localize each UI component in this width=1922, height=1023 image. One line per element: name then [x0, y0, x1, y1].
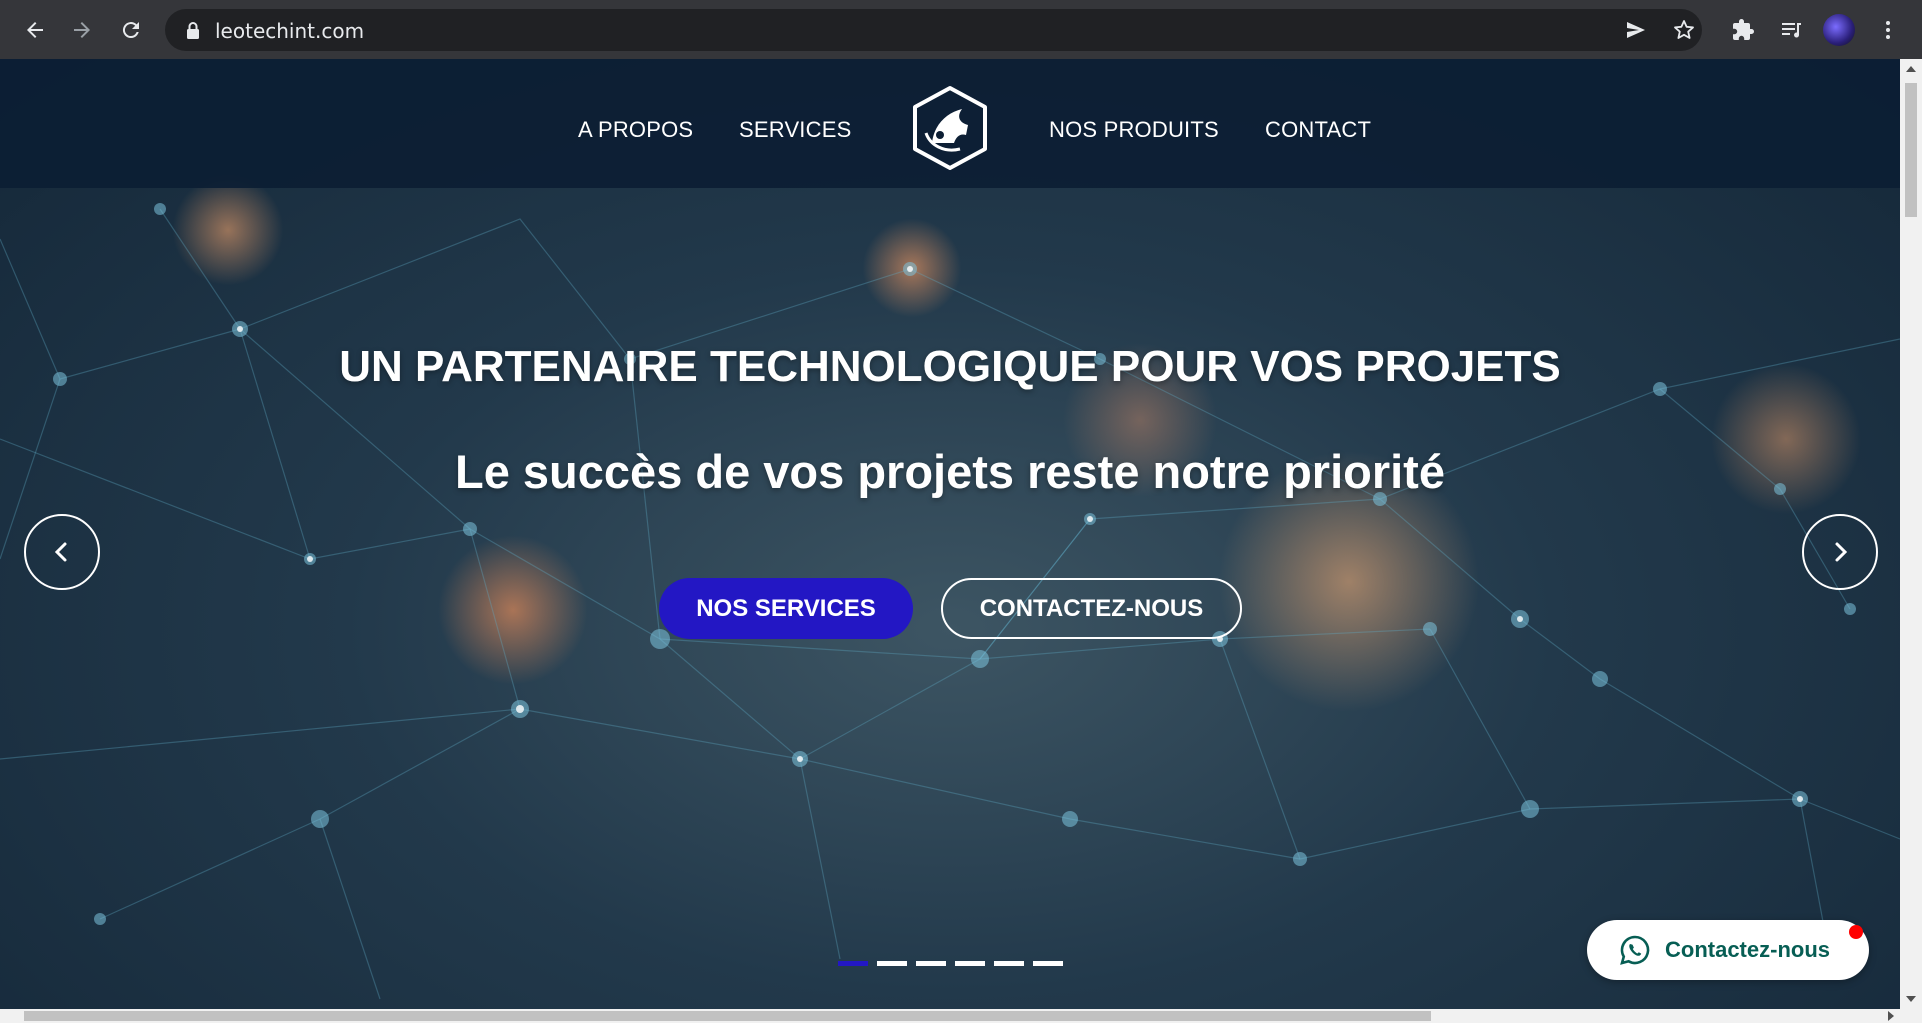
address-bar[interactable]: leotechint.com: [165, 9, 1702, 51]
horizontal-scrollbar[interactable]: [0, 1009, 1922, 1023]
hero-subtitle: Le succès de vos projets reste notre pri…: [455, 445, 1445, 498]
notification-dot: [1849, 925, 1863, 939]
kebab-menu-icon: [1886, 21, 1890, 39]
scroll-up-arrow-icon[interactable]: [1906, 66, 1916, 72]
chrome-menu-button[interactable]: [1873, 15, 1903, 45]
nos-services-button[interactable]: NOS SERVICES: [659, 578, 913, 639]
site-header: A PROPOS SERVICES NOS PRODUITS CONTACT: [0, 59, 1900, 188]
menu-link-products[interactable]: NOS PRODUITS: [1049, 117, 1219, 143]
scroll-down-arrow-icon[interactable]: [1906, 996, 1916, 1002]
whatsapp-label: Contactez-nous: [1665, 937, 1830, 962]
carousel-indicator[interactable]: [1033, 961, 1063, 966]
puzzle-icon: [1733, 19, 1754, 40]
reload-icon: [122, 22, 139, 39]
url-text: leotechint.com: [215, 19, 365, 43]
back-arrow-icon: [27, 22, 43, 38]
profile-avatar[interactable]: [1823, 14, 1855, 46]
star-icon[interactable]: [1671, 18, 1697, 42]
menu-link-about[interactable]: A PROPOS: [578, 117, 693, 143]
carousel-next-button[interactable]: [1802, 514, 1878, 590]
page-viewport: A PROPOS SERVICES NOS PRODUITS CONTACT U…: [0, 59, 1900, 1009]
lock-icon: [187, 22, 199, 39]
chevron-left-icon: [54, 542, 67, 562]
extensions-button[interactable]: [1728, 15, 1758, 45]
carousel-indicator[interactable]: [877, 961, 907, 966]
whatsapp-icon: [1620, 935, 1650, 965]
vertical-scroll-thumb[interactable]: [1905, 83, 1917, 217]
media-button[interactable]: [1776, 15, 1806, 45]
menu-link-contact[interactable]: CONTACT: [1265, 117, 1371, 143]
horizontal-scroll-thumb[interactable]: [24, 1011, 1431, 1021]
send-icon[interactable]: [1623, 18, 1649, 42]
reload-button[interactable]: [112, 12, 150, 48]
site-logo[interactable]: [910, 85, 990, 171]
network-background: [0, 203, 1900, 1000]
media-queue-icon: [1782, 23, 1801, 38]
carousel-indicator[interactable]: [838, 961, 868, 966]
carousel-indicators: [838, 961, 1063, 966]
chevron-right-icon: [1835, 542, 1848, 562]
carousel-indicator[interactable]: [916, 961, 946, 966]
forward-button[interactable]: [63, 12, 101, 48]
carousel-prev-button[interactable]: [24, 514, 100, 590]
browser-toolbar: leotechint.com: [0, 0, 1922, 59]
back-button[interactable]: [16, 12, 54, 48]
scroll-right-arrow-icon[interactable]: [1888, 1011, 1894, 1021]
whatsapp-contact-button[interactable]: Contactez-nous: [1587, 920, 1869, 980]
carousel-indicator[interactable]: [994, 961, 1024, 966]
menu-link-services[interactable]: SERVICES: [739, 117, 851, 143]
vertical-scrollbar[interactable]: [1900, 59, 1922, 1009]
forward-arrow-icon: [74, 22, 90, 38]
hero-title: UN PARTENAIRE TECHNOLOGIQUE POUR VOS PRO…: [339, 342, 1561, 391]
contactez-nous-button[interactable]: CONTACTEZ-NOUS: [941, 578, 1242, 639]
carousel-indicator[interactable]: [955, 961, 985, 966]
